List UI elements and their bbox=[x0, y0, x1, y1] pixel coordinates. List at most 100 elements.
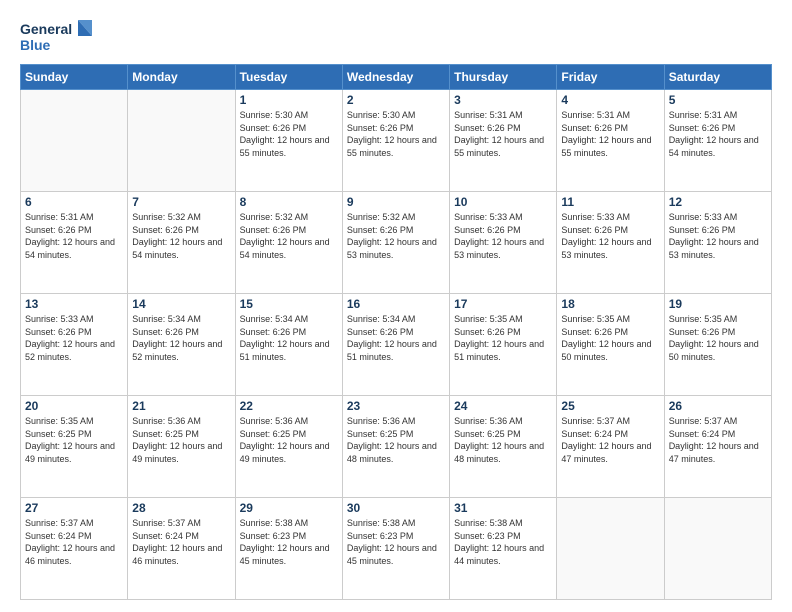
calendar-cell: 22Sunrise: 5:36 AM Sunset: 6:25 PM Dayli… bbox=[235, 396, 342, 498]
day-number: 17 bbox=[454, 297, 552, 311]
day-info: Sunrise: 5:32 AM Sunset: 6:26 PM Dayligh… bbox=[240, 211, 338, 261]
day-number: 20 bbox=[25, 399, 123, 413]
calendar-cell: 19Sunrise: 5:35 AM Sunset: 6:26 PM Dayli… bbox=[664, 294, 771, 396]
day-number: 10 bbox=[454, 195, 552, 209]
day-number: 4 bbox=[561, 93, 659, 107]
calendar-cell: 31 Sunrise: 5:38 AM Sunset: 6:23 PM Dayli… bbox=[450, 498, 557, 600]
day-number: 9 bbox=[347, 195, 445, 209]
day-info: Sunrise: 5:35 AM Sunset: 6:26 PM Dayligh… bbox=[561, 313, 659, 363]
calendar-cell: 11 Sunrise: 5:33 AM Sunset: 6:26 PM Dayli… bbox=[557, 192, 664, 294]
calendar-cell: 2 Sunrise: 5:30 AM Sunset: 6:26 PM Daylig… bbox=[342, 90, 449, 192]
calendar-cell: 21Sunrise: 5:36 AM Sunset: 6:25 PM Dayli… bbox=[128, 396, 235, 498]
day-info: Sunrise: 5:33 AM Sunset: 6:26 PM Dayligh… bbox=[454, 211, 552, 261]
day-number: 15 bbox=[240, 297, 338, 311]
day-number: 23 bbox=[347, 399, 445, 413]
calendar-cell: 30 Sunrise: 5:38 AM Sunset: 6:23 PM Dayli… bbox=[342, 498, 449, 600]
day-info: Sunrise: 5:37 AM Sunset: 6:24 PM Dayligh… bbox=[669, 415, 767, 465]
svg-text:Blue: Blue bbox=[20, 37, 51, 53]
calendar-cell: 14 Sunrise: 5:34 AM Sunset: 6:26 PM Dayli… bbox=[128, 294, 235, 396]
day-number: 22 bbox=[240, 399, 338, 413]
calendar-cell: 16 Sunrise: 5:34 AM Sunset: 6:26 PM Dayli… bbox=[342, 294, 449, 396]
day-number: 6 bbox=[25, 195, 123, 209]
calendar-cell: 29 Sunrise: 5:38 AM Sunset: 6:23 PM Dayli… bbox=[235, 498, 342, 600]
calendar-cell: 28 Sunrise: 5:37 AM Sunset: 6:24 PM Dayli… bbox=[128, 498, 235, 600]
day-number: 2 bbox=[347, 93, 445, 107]
weekday-header: Saturday bbox=[664, 65, 771, 90]
day-info: Sunrise: 5:37 AM Sunset: 6:24 PM Dayligh… bbox=[561, 415, 659, 465]
day-info: Sunrise: 5:35 AM Sunset: 6:25 PM Dayligh… bbox=[25, 415, 123, 465]
day-info: Sunrise: 5:32 AM Sunset: 6:26 PM Dayligh… bbox=[347, 211, 445, 261]
day-info: Sunrise: 5:31 AM Sunset: 6:26 PM Dayligh… bbox=[454, 109, 552, 159]
day-number: 26 bbox=[669, 399, 767, 413]
day-info: Sunrise: 5:38 AM Sunset: 6:23 PM Dayligh… bbox=[240, 517, 338, 567]
day-info: Sunrise: 5:31 AM Sunset: 6:26 PM Dayligh… bbox=[25, 211, 123, 261]
calendar-cell: 20 Sunrise: 5:35 AM Sunset: 6:25 PM Dayli… bbox=[21, 396, 128, 498]
day-number: 30 bbox=[347, 501, 445, 515]
day-number: 28 bbox=[132, 501, 230, 515]
day-info: Sunrise: 5:34 AM Sunset: 6:26 PM Dayligh… bbox=[347, 313, 445, 363]
calendar-cell: 15 Sunrise: 5:34 AM Sunset: 6:26 PM Dayli… bbox=[235, 294, 342, 396]
day-info: Sunrise: 5:34 AM Sunset: 6:26 PM Dayligh… bbox=[132, 313, 230, 363]
day-number: 14 bbox=[132, 297, 230, 311]
day-info: Sunrise: 5:37 AM Sunset: 6:24 PM Dayligh… bbox=[132, 517, 230, 567]
day-number: 3 bbox=[454, 93, 552, 107]
logo-icon: GeneralBlue bbox=[20, 16, 100, 56]
calendar: SundayMondayTuesdayWednesdayThursdayFrid… bbox=[20, 64, 772, 600]
day-info: Sunrise: 5:31 AM Sunset: 6:26 PM Dayligh… bbox=[561, 109, 659, 159]
day-number: 27 bbox=[25, 501, 123, 515]
calendar-cell: 9 Sunrise: 5:32 AM Sunset: 6:26 PM Daylig… bbox=[342, 192, 449, 294]
calendar-cell: 6 Sunrise: 5:31 AM Sunset: 6:26 PM Daylig… bbox=[21, 192, 128, 294]
day-number: 7 bbox=[132, 195, 230, 209]
weekday-header: Thursday bbox=[450, 65, 557, 90]
day-info: Sunrise: 5:38 AM Sunset: 6:23 PM Dayligh… bbox=[454, 517, 552, 567]
weekday-header: Friday bbox=[557, 65, 664, 90]
calendar-cell: 24 Sunrise: 5:36 AM Sunset: 6:25 PM Dayli… bbox=[450, 396, 557, 498]
day-number: 18 bbox=[561, 297, 659, 311]
calendar-cell: 25 Sunrise: 5:37 AM Sunset: 6:24 PM Dayli… bbox=[557, 396, 664, 498]
calendar-cell bbox=[664, 498, 771, 600]
calendar-cell: 8 Sunrise: 5:32 AM Sunset: 6:26 PM Daylig… bbox=[235, 192, 342, 294]
weekday-header: Monday bbox=[128, 65, 235, 90]
day-info: Sunrise: 5:33 AM Sunset: 6:26 PM Dayligh… bbox=[25, 313, 123, 363]
calendar-cell bbox=[128, 90, 235, 192]
day-info: Sunrise: 5:32 AM Sunset: 6:26 PM Dayligh… bbox=[132, 211, 230, 261]
day-info: Sunrise: 5:33 AM Sunset: 6:26 PM Dayligh… bbox=[561, 211, 659, 261]
day-number: 13 bbox=[25, 297, 123, 311]
day-info: Sunrise: 5:36 AM Sunset: 6:25 PM Dayligh… bbox=[454, 415, 552, 465]
day-number: 5 bbox=[669, 93, 767, 107]
logo: GeneralBlue bbox=[20, 16, 100, 56]
day-info: Sunrise: 5:38 AM Sunset: 6:23 PM Dayligh… bbox=[347, 517, 445, 567]
day-number: 19 bbox=[669, 297, 767, 311]
calendar-cell: 23 Sunrise: 5:36 AM Sunset: 6:25 PM Dayli… bbox=[342, 396, 449, 498]
day-info: Sunrise: 5:35 AM Sunset: 6:26 PM Dayligh… bbox=[454, 313, 552, 363]
day-number: 31 bbox=[454, 501, 552, 515]
day-number: 1 bbox=[240, 93, 338, 107]
day-number: 11 bbox=[561, 195, 659, 209]
day-number: 8 bbox=[240, 195, 338, 209]
weekday-header: Sunday bbox=[21, 65, 128, 90]
calendar-cell: 5 Sunrise: 5:31 AM Sunset: 6:26 PM Daylig… bbox=[664, 90, 771, 192]
day-number: 24 bbox=[454, 399, 552, 413]
calendar-cell: 3 Sunrise: 5:31 AM Sunset: 6:26 PM Daylig… bbox=[450, 90, 557, 192]
weekday-header: Wednesday bbox=[342, 65, 449, 90]
day-info: Sunrise: 5:31 AM Sunset: 6:26 PM Dayligh… bbox=[669, 109, 767, 159]
day-info: Sunrise: 5:34 AM Sunset: 6:26 PM Dayligh… bbox=[240, 313, 338, 363]
calendar-cell: 17 Sunrise: 5:35 AM Sunset: 6:26 PM Dayli… bbox=[450, 294, 557, 396]
day-info: Sunrise: 5:36 AM Sunset: 6:25 PM Dayligh… bbox=[132, 415, 230, 465]
calendar-cell bbox=[21, 90, 128, 192]
calendar-cell: 1 Sunrise: 5:30 AM Sunset: 6:26 PM Daylig… bbox=[235, 90, 342, 192]
day-info: Sunrise: 5:30 AM Sunset: 6:26 PM Dayligh… bbox=[240, 109, 338, 159]
calendar-cell: 12Sunrise: 5:33 AM Sunset: 6:26 PM Dayli… bbox=[664, 192, 771, 294]
day-number: 16 bbox=[347, 297, 445, 311]
day-number: 29 bbox=[240, 501, 338, 515]
day-number: 12 bbox=[669, 195, 767, 209]
day-info: Sunrise: 5:30 AM Sunset: 6:26 PM Dayligh… bbox=[347, 109, 445, 159]
day-number: 25 bbox=[561, 399, 659, 413]
calendar-cell: 10 Sunrise: 5:33 AM Sunset: 6:26 PM Dayli… bbox=[450, 192, 557, 294]
calendar-cell: 27 Sunrise: 5:37 AM Sunset: 6:24 PM Dayli… bbox=[21, 498, 128, 600]
calendar-cell: 18 Sunrise: 5:35 AM Sunset: 6:26 PM Dayli… bbox=[557, 294, 664, 396]
calendar-cell bbox=[557, 498, 664, 600]
day-info: Sunrise: 5:37 AM Sunset: 6:24 PM Dayligh… bbox=[25, 517, 123, 567]
calendar-cell: 7 Sunrise: 5:32 AM Sunset: 6:26 PM Daylig… bbox=[128, 192, 235, 294]
day-info: Sunrise: 5:36 AM Sunset: 6:25 PM Dayligh… bbox=[347, 415, 445, 465]
